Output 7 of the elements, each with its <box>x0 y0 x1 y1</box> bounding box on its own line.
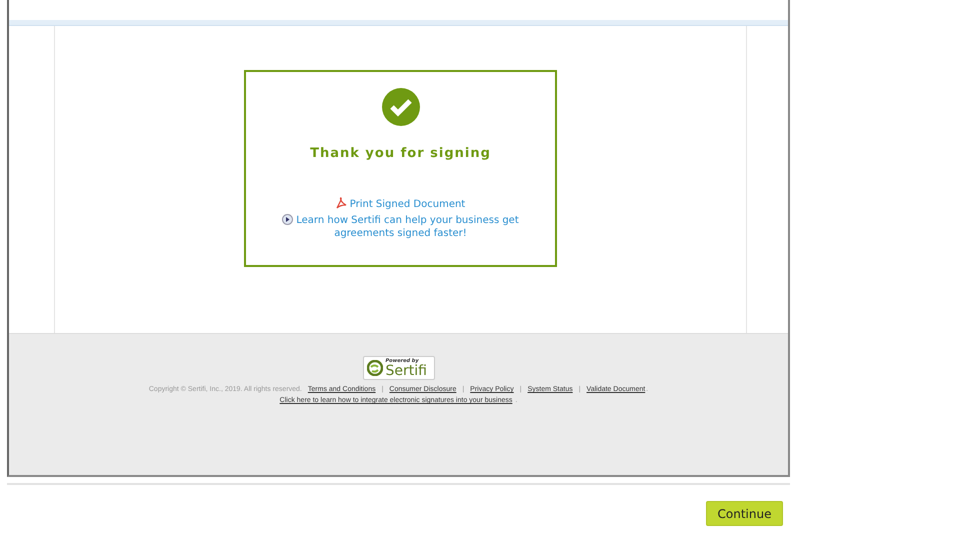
play-circle-icon <box>282 214 294 225</box>
thank-you-title: Thank you for signing <box>310 146 491 161</box>
learn-more-link[interactable]: Learn how Sertifi can help your business get agreements signed faster! <box>260 214 540 240</box>
pdf-icon <box>336 197 347 209</box>
check-circle-icon <box>382 88 420 126</box>
print-document-link[interactable]: Print Signed Document <box>260 197 540 211</box>
continue-button[interactable]: Continue <box>706 501 783 526</box>
